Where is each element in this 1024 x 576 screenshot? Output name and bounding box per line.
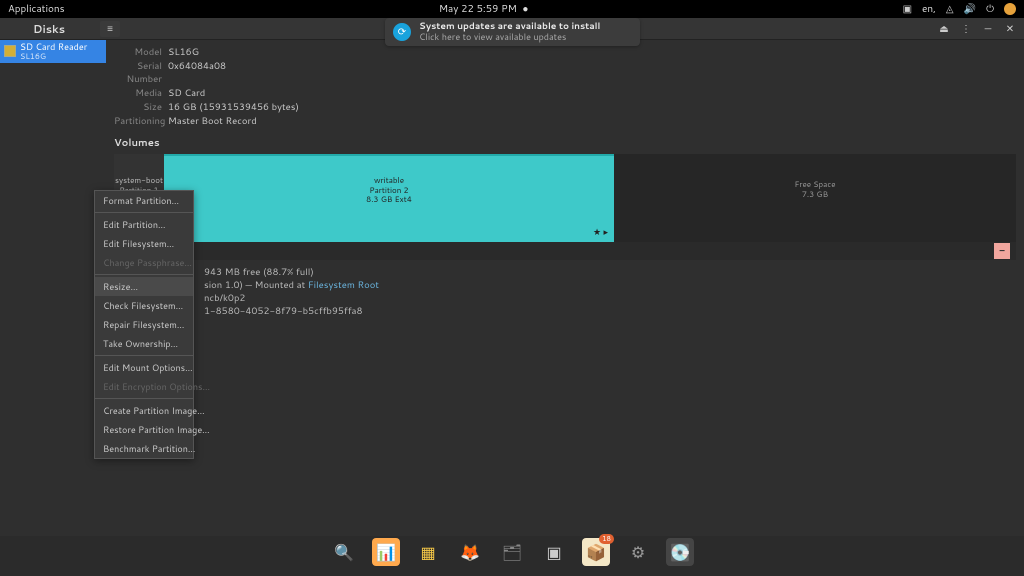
menu-check-filesystem[interactable]: Check Filesystem…: [95, 296, 193, 315]
content-pane: ModelSL16G Serial Number0x64084a08 Media…: [106, 40, 1024, 536]
menu-format-partition[interactable]: Format Partition…: [95, 191, 193, 210]
dock: 🔍 📊 ▦ 🦊 🗂 ▣ 18📦 ⚙ 💽: [316, 532, 708, 572]
device-sidebar: SD Card Reader SL16G: [0, 40, 106, 62]
dock-settings[interactable]: ⚙: [624, 538, 652, 566]
screencast-icon[interactable]: ▣: [903, 2, 912, 16]
partition-toolbar: ▣ ✎ −: [114, 242, 1016, 260]
menu-resize[interactable]: Resize…: [95, 277, 193, 296]
dock-terminal[interactable]: ▣: [540, 538, 568, 566]
menu-edit-filesystem[interactable]: Edit Filesystem…: [95, 234, 193, 253]
hamburger-button[interactable]: ≡: [100, 21, 120, 37]
partition-details: 943 MB free (88.7% full) sion 1.0) — Mou…: [204, 266, 1016, 318]
clock[interactable]: May 22 5:59 PM ●: [65, 2, 903, 16]
menu-create-image[interactable]: Create Partition Image…: [95, 401, 193, 420]
update-icon: ⟳: [393, 23, 411, 41]
keyboard-lang[interactable]: en,: [922, 2, 936, 16]
menu-restore-image[interactable]: Restore Partition Image…: [95, 420, 193, 439]
free-space[interactable]: Free Space 7.3 GB: [614, 154, 1016, 242]
delete-partition-button[interactable]: −: [994, 243, 1010, 259]
menu-repair-filesystem[interactable]: Repair Filesystem…: [95, 315, 193, 334]
update-badge: 18: [599, 534, 614, 544]
dock-taskmanager[interactable]: 📊: [372, 538, 400, 566]
sidebar-item-sdcard[interactable]: SD Card Reader SL16G: [0, 40, 106, 63]
update-notification[interactable]: ⟳ System updates are available to instal…: [385, 18, 640, 46]
menu-edit-mount[interactable]: Edit Mount Options…: [95, 358, 193, 377]
volumes-viz: system-boot Partition 1 267 MB FAT ★ ▸ w…: [114, 154, 1016, 242]
user-avatar[interactable]: [1004, 3, 1016, 15]
drive-icon: [4, 45, 16, 57]
dock-magnifier[interactable]: 🔍: [330, 538, 358, 566]
menu-benchmark[interactable]: Benchmark Partition…: [95, 439, 193, 458]
menu-edit-partition[interactable]: Edit Partition…: [95, 215, 193, 234]
dock-software[interactable]: 18📦: [582, 538, 610, 566]
notif-subtitle: Click here to view available updates: [419, 32, 600, 43]
star-icon: ★ ▸: [593, 227, 608, 238]
wifi-icon[interactable]: ◬: [946, 2, 954, 16]
window-title: Disks: [4, 21, 94, 37]
volumes-header: Volumes: [114, 136, 1016, 150]
dock-firefox[interactable]: 🦊: [456, 538, 484, 566]
menu-change-passphrase: Change Passphrase…: [95, 253, 193, 272]
menu-take-ownership[interactable]: Take Ownership…: [95, 334, 193, 353]
volume-icon[interactable]: 🔊: [964, 2, 976, 16]
close-button[interactable]: ✕: [1000, 21, 1020, 37]
power-icon[interactable]: ⏻: [986, 2, 994, 16]
sidebar-device-sub: SL16G: [20, 52, 87, 61]
applications-menu[interactable]: Applications: [8, 2, 65, 16]
top-bar: Applications May 22 5:59 PM ● ▣ en, ◬ 🔊 …: [0, 0, 1024, 18]
dock-disks[interactable]: 💽: [666, 538, 694, 566]
dock-files[interactable]: 🗂: [498, 538, 526, 566]
metadata: ModelSL16G Serial Number0x64084a08 Media…: [114, 46, 1016, 128]
minimize-button[interactable]: —: [978, 21, 998, 37]
kebab-menu[interactable]: ⋮: [956, 21, 976, 37]
system-tray: ▣ en, ◬ 🔊 ⏻: [903, 2, 1016, 16]
eject-button[interactable]: ⏏: [934, 21, 954, 37]
filesystem-root-link[interactable]: Filesystem Root: [308, 279, 379, 292]
menu-edit-encryption: Edit Encryption Options…: [95, 377, 193, 396]
partition-context-menu: Format Partition… Edit Partition… Edit F…: [94, 190, 194, 459]
partition-2[interactable]: writable Partition 2 8.3 GB Ext4 ★ ▸: [164, 154, 614, 242]
dock-appgrid[interactable]: ▦: [414, 538, 442, 566]
